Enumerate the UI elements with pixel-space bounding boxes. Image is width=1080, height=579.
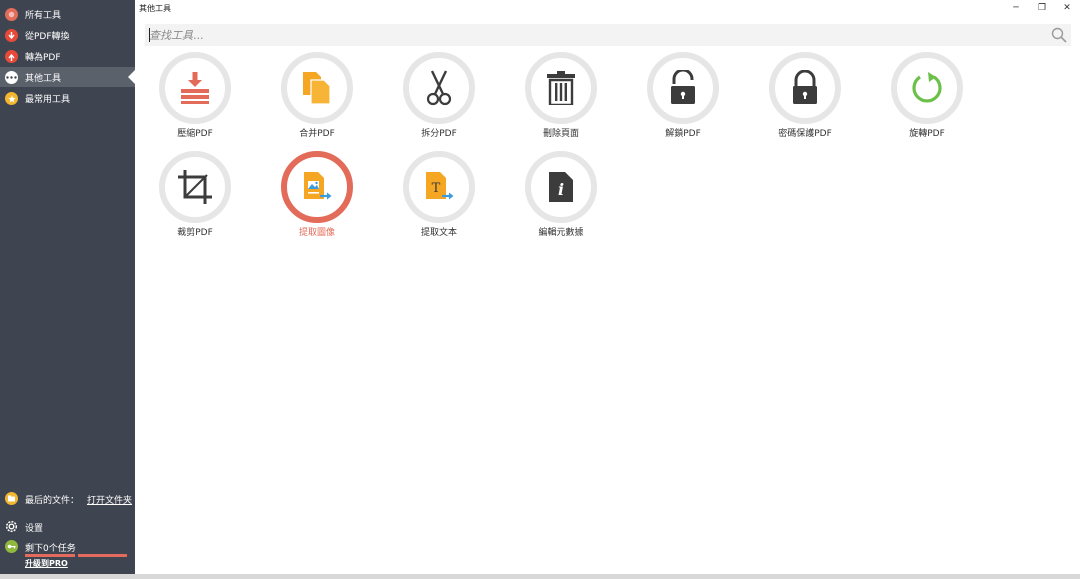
sidebar-item-all-tools[interactable]: 所有工具 <box>0 4 135 24</box>
tool-unlock-pdf[interactable]: 解鎖PDF <box>633 52 733 142</box>
tool-crop-pdf[interactable]: 裁剪PDF <box>145 151 245 241</box>
crop-icon <box>159 151 231 223</box>
sidebar-item-convert-to-pdf[interactable]: 轉為PDF <box>0 46 135 66</box>
tool-label: 合并PDF <box>299 129 335 139</box>
unlock-icon <box>647 52 719 124</box>
recent-files-label: 最后的文件： <box>25 496 80 506</box>
settings-label: 设置 <box>25 524 44 534</box>
search-icon[interactable] <box>1051 27 1067 43</box>
tasks-label: 剩下0个任务 <box>25 544 76 554</box>
status-strip <box>0 574 1080 579</box>
settings-item[interactable]: 设置 <box>0 519 135 535</box>
convert-to-pdf-icon <box>5 50 18 63</box>
sidebar-item-label: 從PDF轉換 <box>25 32 70 42</box>
more-tools-icon <box>5 71 18 84</box>
tool-edit-metadata[interactable]: i 編輯元數據 <box>511 151 611 241</box>
tool-label: 密碼保護PDF <box>778 129 832 139</box>
title-bar: 其他工具 ─ ❐ ✕ <box>135 0 1080 18</box>
window-title: 其他工具 <box>139 4 171 13</box>
sidebar: 所有工具 從PDF轉換 轉為PDF 其他工具 最常用工具 最后的文件： 打开文件… <box>0 0 135 574</box>
tool-merge-pdf[interactable]: 合并PDF <box>267 52 367 142</box>
sidebar-item-label: 所有工具 <box>25 11 62 21</box>
svg-text:T: T <box>432 181 441 196</box>
lock-icon <box>769 52 841 124</box>
tool-label: 解鎖PDF <box>665 129 701 139</box>
all-tools-icon <box>5 8 18 21</box>
recent-files-row: 最后的文件： 打开文件夹 <box>0 491 135 507</box>
tool-label: 裁剪PDF <box>177 228 213 238</box>
tool-label: 提取文本 <box>420 228 457 238</box>
merge-icon <box>281 52 353 124</box>
sidebar-item-label: 最常用工具 <box>25 95 71 105</box>
tool-rotate-pdf[interactable]: 旋轉PDF <box>877 52 977 142</box>
search-bar <box>145 24 1071 46</box>
convert-from-pdf-icon <box>5 29 18 42</box>
gear-icon <box>5 520 18 533</box>
sidebar-item-most-used[interactable]: 最常用工具 <box>0 88 135 108</box>
trash-icon <box>525 52 597 124</box>
compress-icon <box>159 52 231 124</box>
minimize-button[interactable]: ─ <box>1007 1 1025 15</box>
key-icon <box>5 540 18 553</box>
star-icon <box>5 92 18 105</box>
folder-icon <box>5 492 18 505</box>
sidebar-item-label: 轉為PDF <box>25 53 61 63</box>
tool-label: 提取圖像 <box>298 228 335 238</box>
tool-label: 刪除頁面 <box>542 129 579 139</box>
metadata-icon: i <box>525 151 597 223</box>
tool-label: 旋轉PDF <box>909 129 945 139</box>
scissors-icon <box>403 52 475 124</box>
sidebar-item-more-tools[interactable]: 其他工具 <box>0 67 135 87</box>
svg-text:i: i <box>558 180 564 199</box>
sidebar-item-convert-from-pdf[interactable]: 從PDF轉換 <box>0 25 135 45</box>
upgrade-pro-link[interactable]: 升级到PRO <box>25 558 68 569</box>
app-window: 所有工具 從PDF轉換 轉為PDF 其他工具 最常用工具 最后的文件： 打开文件… <box>0 0 1080 579</box>
tool-label: 拆分PDF <box>421 129 457 139</box>
tool-split-pdf[interactable]: 拆分PDF <box>389 52 489 142</box>
tool-extract-text[interactable]: T 提取文本 <box>389 151 489 241</box>
tool-label: 編輯元數據 <box>538 228 584 238</box>
tool-password-protect-pdf[interactable]: 密碼保護PDF <box>755 52 855 142</box>
restore-button[interactable]: ❐ <box>1033 1 1051 15</box>
search-input[interactable] <box>149 24 1039 46</box>
tool-delete-pages[interactable]: 刪除頁面 <box>511 52 611 142</box>
tool-extract-images[interactable]: 提取圖像 <box>267 151 367 241</box>
open-folder-link[interactable]: 打开文件夹 <box>87 493 132 506</box>
progress-divider <box>75 554 78 557</box>
extract-image-icon <box>281 151 353 223</box>
tool-compress-pdf[interactable]: 壓縮PDF <box>145 52 245 142</box>
text-cursor <box>149 28 150 42</box>
rotate-icon <box>891 52 963 124</box>
close-button[interactable]: ✕ <box>1058 1 1076 15</box>
tool-label: 壓縮PDF <box>177 129 213 139</box>
sidebar-item-label: 其他工具 <box>25 74 62 84</box>
tasks-row: 剩下0个任务 <box>0 540 135 554</box>
extract-text-icon: T <box>403 151 475 223</box>
